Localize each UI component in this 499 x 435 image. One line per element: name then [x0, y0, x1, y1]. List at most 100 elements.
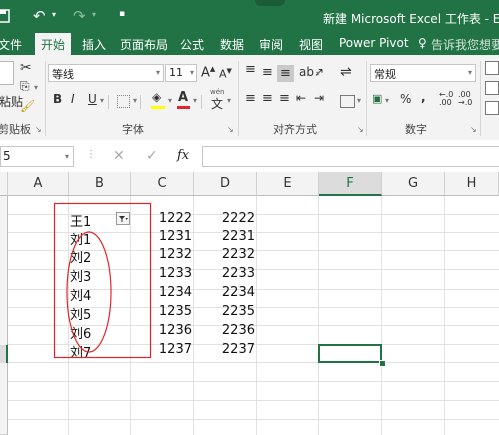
cut-icon[interactable]: ✂ — [20, 60, 32, 76]
ribbon-tabs: 文件 开始 插入 页面布局 公式 数据 审阅 视图 Power Pivot ♀ … — [0, 33, 499, 55]
format-as-table-icon[interactable] — [485, 81, 499, 95]
undo-dropdown-icon[interactable]: ▾ — [52, 10, 56, 19]
enter-icon[interactable]: ✓ — [146, 148, 158, 164]
group-separator — [480, 61, 481, 136]
title-decoration — [255, 0, 285, 6]
clipboard-launcher-icon[interactable]: ↘ — [35, 125, 42, 134]
alignment-launcher-icon[interactable]: ↘ — [357, 125, 364, 134]
bold-button[interactable]: B — [53, 92, 62, 106]
title-bar: ↶ ▾ ↷ ▾ ▪ 新建 Microsoft Excel 工作表 - Exc — [0, 0, 499, 33]
fill-color-swatch — [151, 106, 165, 109]
worksheet-grid[interactable]: A B C D E F G H 王1 1222 2222 刘1 1231 223… — [0, 172, 499, 435]
chevron-down-icon: ▾ — [189, 68, 194, 77]
bottom-align-glyph: ≡ — [280, 66, 291, 81]
divider — [140, 95, 141, 109]
tab-home[interactable]: 开始 — [35, 33, 72, 55]
merge-center-icon[interactable] — [340, 95, 355, 108]
currency-dropdown-icon[interactable]: ▾ — [385, 96, 389, 105]
top-align-icon[interactable]: ≡ — [245, 62, 256, 77]
annotation-overlay — [53, 202, 152, 359]
phonetic-guide-icon[interactable]: 文 — [211, 95, 223, 112]
italic-button[interactable]: I — [71, 92, 75, 106]
tab-file[interactable]: 文件 — [0, 36, 22, 53]
font-launcher-icon[interactable]: ↘ — [227, 125, 234, 134]
borders-dropdown-icon[interactable]: ▾ — [133, 96, 137, 105]
undo-icon[interactable]: ↶ — [33, 7, 46, 25]
formula-input[interactable] — [202, 146, 499, 167]
font-group-label: 字体 — [122, 123, 144, 136]
paste-button[interactable]: 粘贴 — [0, 93, 23, 110]
decrease-decimal-icon[interactable]: .00 →.0 — [458, 91, 472, 107]
name-box[interactable]: 5 ▾ — [0, 146, 74, 167]
fill-color-icon[interactable]: ◈ — [152, 90, 161, 104]
ribbon-home: ✂ ⎘ ▾ 🖌 粘贴 剪贴板 ↘ 等线 ▾ 11 ▾ A▲ A▼ B I U ▾ ▾… — [0, 55, 499, 141]
customize-quick-access-icon[interactable]: ▪ — [119, 9, 125, 19]
tab-power-pivot[interactable]: Power Pivot — [339, 36, 409, 50]
orientation-dropdown-icon[interactable]: ▾ — [316, 69, 320, 78]
percent-button[interactable]: % — [400, 92, 411, 106]
comma-button[interactable]: , — [421, 90, 426, 104]
more-icon: ⋮ — [86, 149, 96, 160]
align-left-icon[interactable]: ≡ — [245, 91, 256, 106]
tell-me-search[interactable]: 告诉我您想要 — [431, 36, 499, 53]
underline-button[interactable]: U — [88, 92, 97, 106]
font-size-value: 11 — [169, 66, 183, 79]
orientation-icon[interactable]: ab↗ — [299, 65, 324, 79]
save-icon[interactable] — [0, 9, 10, 23]
align-right-icon[interactable]: ≡ — [279, 91, 290, 106]
number-group-label: 数字 — [405, 123, 427, 136]
font-name-dropdown[interactable]: 等线 ▾ — [48, 64, 164, 82]
annotation-ellipse — [66, 231, 112, 353]
paste-icon[interactable] — [0, 61, 14, 85]
divider — [201, 95, 202, 109]
cancel-icon[interactable]: ✕ — [113, 148, 125, 164]
phonetic-dropdown-icon[interactable]: ▾ — [227, 96, 231, 105]
tab-formulas[interactable]: 公式 — [180, 36, 204, 53]
redo-icon[interactable]: ↷ — [73, 7, 86, 25]
font-color-dropdown-icon[interactable]: ▾ — [193, 96, 197, 105]
tab-review[interactable]: 审阅 — [259, 36, 283, 53]
merge-dropdown-icon[interactable]: ▾ — [357, 96, 361, 105]
underline-dropdown-icon[interactable]: ▾ — [100, 96, 104, 105]
increase-decimal-icon[interactable]: ←.0.00 — [439, 91, 453, 107]
chevron-down-icon: ▾ — [64, 152, 69, 161]
name-box-value: 5 — [3, 149, 11, 163]
shrink-font-icon[interactable]: A▼ — [219, 67, 232, 81]
tab-view[interactable]: 视图 — [299, 36, 323, 53]
window-title: 新建 Microsoft Excel 工作表 - Exc — [323, 12, 499, 26]
grow-font-icon[interactable]: A▲ — [201, 65, 215, 80]
number-format-value: 常规 — [374, 68, 396, 81]
font-size-dropdown[interactable]: 11 ▾ — [165, 64, 197, 82]
borders-icon[interactable] — [117, 95, 130, 108]
align-center-icon[interactable]: ≡ — [262, 91, 273, 106]
insert-function-icon[interactable]: fx — [177, 148, 189, 163]
currency-icon[interactable]: ▣ — [372, 92, 382, 105]
redo-dropdown-icon[interactable]: ▾ — [92, 10, 96, 19]
lightbulb-icon[interactable]: ♀ — [418, 36, 427, 50]
alignment-group-label: 对齐方式 — [273, 123, 317, 136]
fill-color-dropdown-icon[interactable]: ▾ — [168, 96, 172, 105]
middle-align-icon[interactable]: ≡ — [262, 65, 273, 80]
decrease-indent-icon[interactable]: ⇤ — [296, 91, 306, 105]
shrink-font-letter: A — [219, 67, 227, 81]
wrap-text-icon[interactable]: ⇌ — [340, 64, 352, 80]
font-color-icon[interactable]: A — [178, 90, 188, 105]
tab-page-layout[interactable]: 页面布局 — [120, 36, 168, 53]
clipboard-group-label: 剪贴板 — [0, 123, 31, 136]
number-launcher-icon[interactable]: ↘ — [470, 125, 477, 134]
group-separator — [366, 61, 367, 136]
copy-icon[interactable]: ⎘ — [20, 79, 30, 94]
group-separator — [45, 61, 46, 136]
chevron-down-icon: ▾ — [155, 68, 160, 77]
tab-data[interactable]: 数据 — [220, 36, 244, 53]
annotation-rectangle — [53, 202, 152, 359]
grow-font-letter: A — [201, 65, 210, 81]
cell-styles-icon[interactable] — [485, 101, 499, 115]
formula-bar: 5 ▾ ⋮ ✕ ✓ fx — [0, 140, 499, 173]
number-format-dropdown[interactable]: 常规 ▾ — [370, 64, 476, 82]
tab-insert[interactable]: 插入 — [82, 36, 106, 53]
conditional-formatting-icon[interactable] — [485, 61, 499, 75]
copy-dropdown-icon[interactable]: ▾ — [34, 83, 38, 92]
increase-indent-icon[interactable]: ⇥ — [314, 91, 324, 105]
font-color-swatch — [177, 106, 190, 109]
